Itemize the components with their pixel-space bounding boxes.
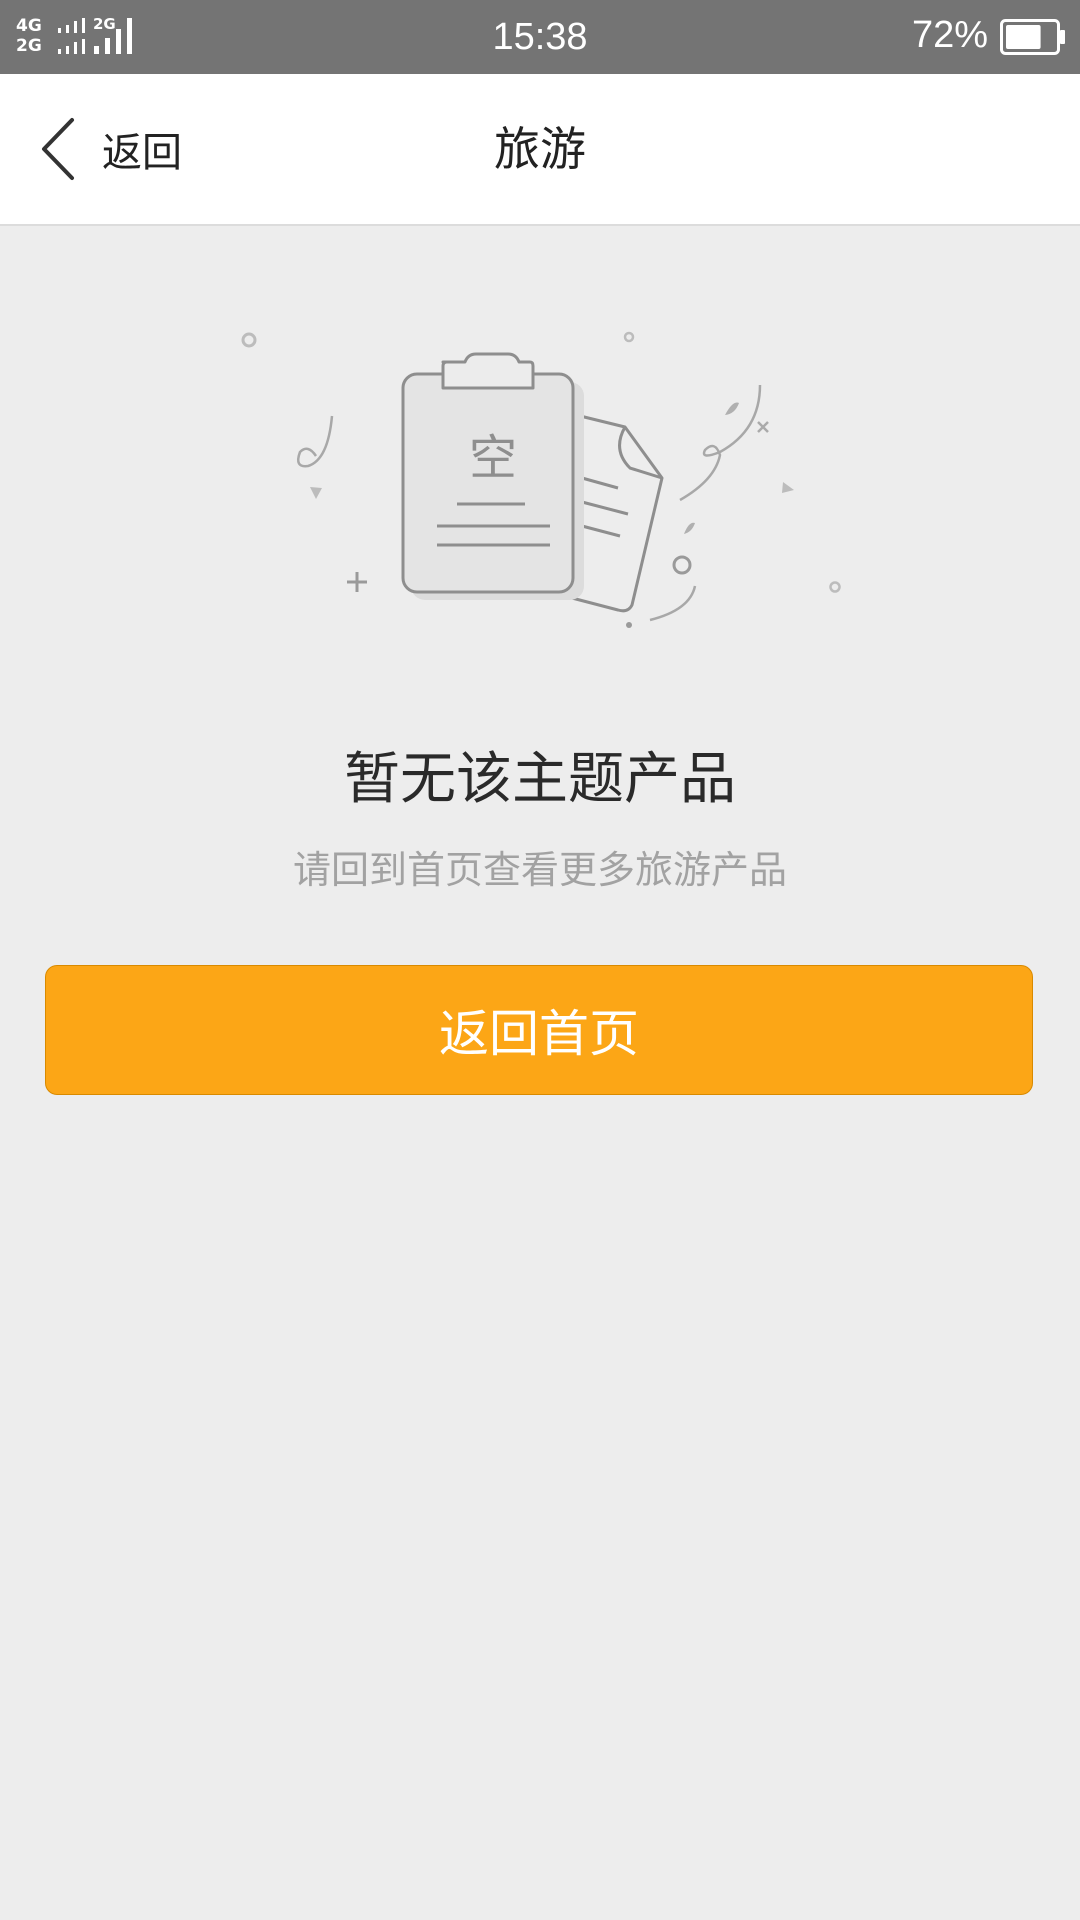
empty-clipboard-illustration: 空 [241,331,841,628]
plus-decor-icon [347,572,367,592]
leaf-decor-icon [725,402,739,415]
swirl-decor-icon [679,384,762,502]
battery-icon [1000,19,1065,55]
return-home-button[interactable]: 返回首页 [45,965,1033,1095]
decor-circle [672,555,692,575]
clipboard-clip [441,352,535,390]
battery-percent: 72% [911,14,988,56]
leaf-decor-icon [684,522,695,534]
empty-state-title: 暂无该主题产品 [344,747,736,812]
return-home-button-label: 返回首页 [439,1005,639,1063]
status-bar: 4G 2G 2G 15:38 72% [0,0,1080,74]
battery-fill [1006,25,1041,49]
decor-circle [829,581,841,593]
nav-bar: 返回 旅游 [0,74,1080,226]
empty-state-subtitle: 请回到首页查看更多旅游产品 [292,848,787,892]
decor-circle [241,332,257,348]
page-title: 旅游 [494,122,586,176]
triangle-decor-icon [310,487,322,499]
x-decor-icon [757,421,769,433]
decor-dot [626,622,632,628]
decor-circle [623,331,635,343]
triangle-decor-icon [782,482,794,493]
clipboard-empty-char: 空 [469,430,517,486]
swirl-decor-icon [297,415,334,468]
swirl-decor-icon [649,585,697,622]
